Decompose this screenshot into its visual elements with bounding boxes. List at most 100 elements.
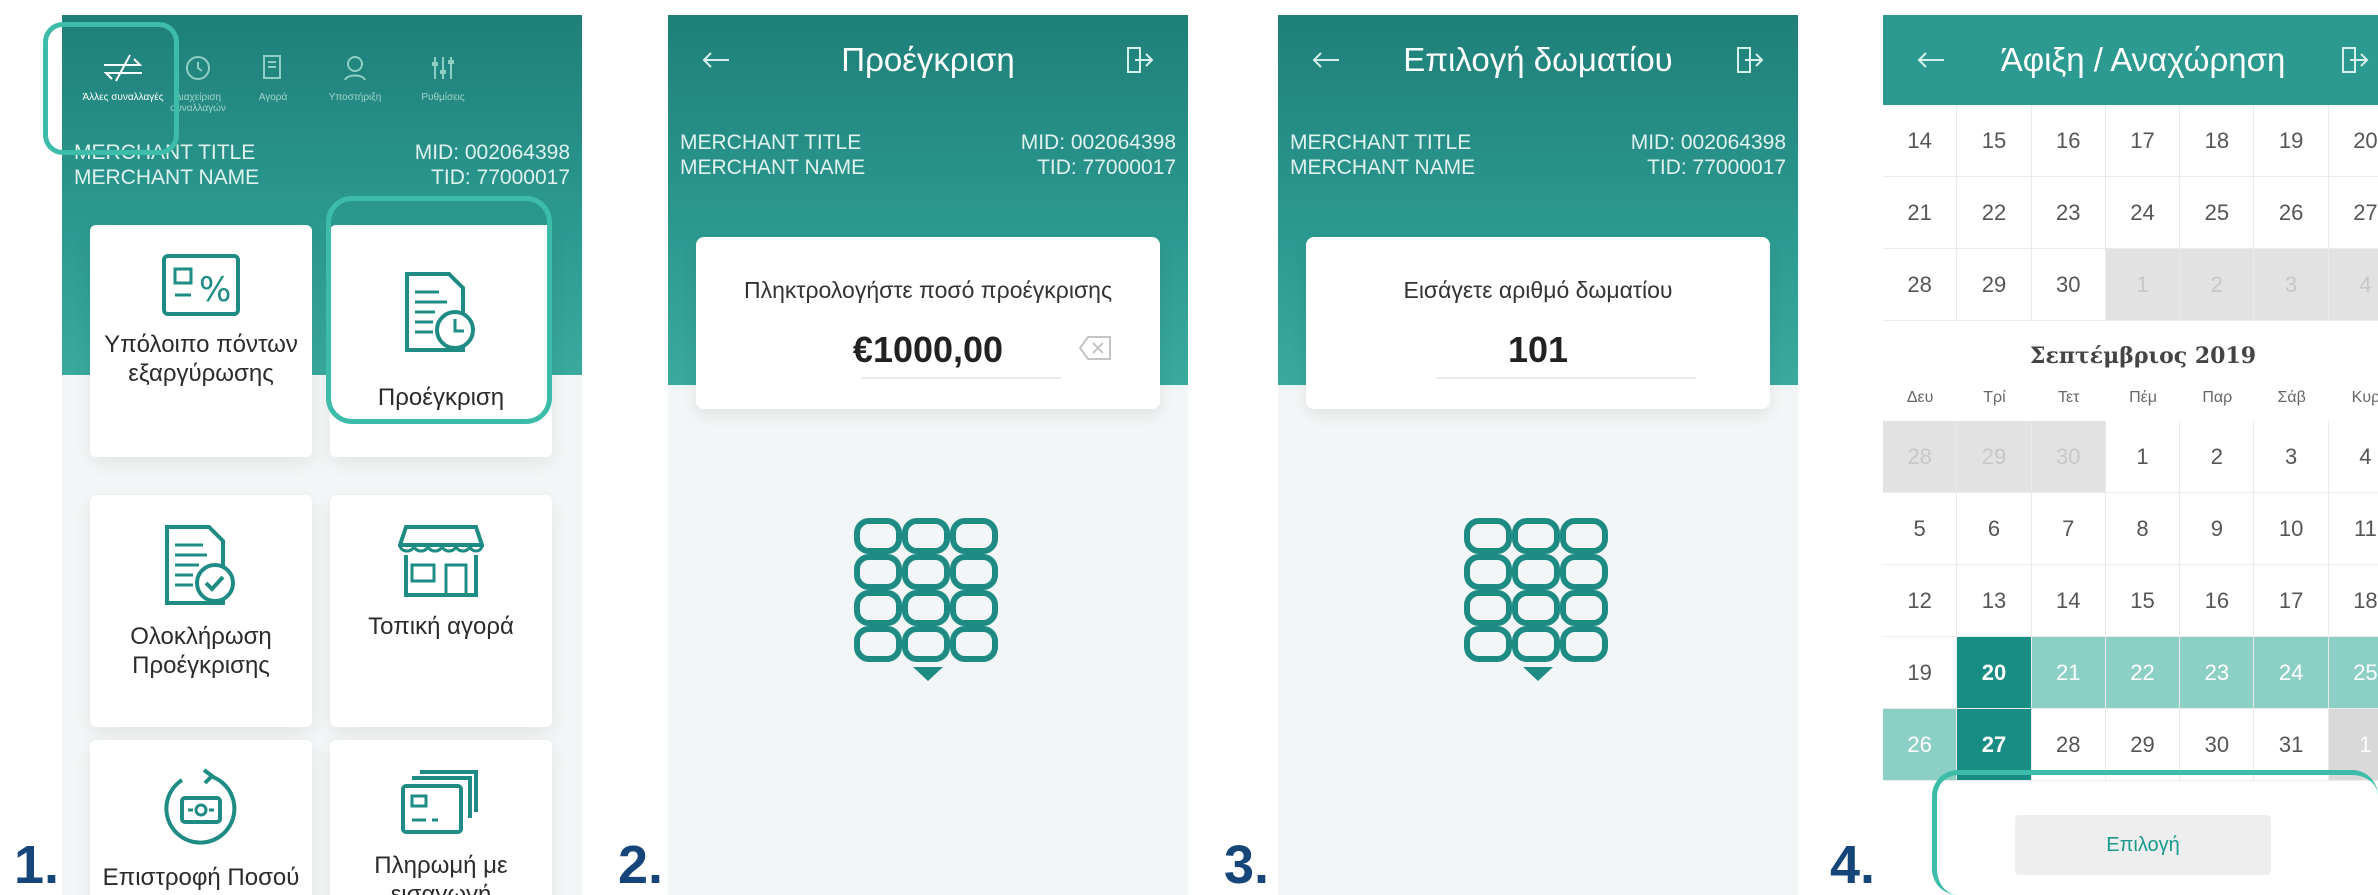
weekday-label: Κυρ [2351, 389, 2378, 406]
calendar-day[interactable]: 3 [2254, 421, 2329, 493]
menu-tile-label: Υπόλοιπο πόντων εξαργύρωσης [104, 331, 298, 387]
settings-icon [428, 53, 458, 86]
weekday-label: Πέμ [2129, 389, 2157, 406]
calendar-day[interactable]: 10 [2254, 493, 2329, 565]
merchant-tid: TID: 77000017 [1037, 156, 1176, 179]
calendar-day[interactable]: 17 [2105, 105, 2181, 177]
calendar-day[interactable]: 12 [1883, 565, 1958, 637]
menu-tile-6[interactable]: Πληρωμή με εισαγωγή [330, 740, 552, 895]
calendar-day[interactable]: 22 [2105, 637, 2181, 709]
calendar-day[interactable]: 27 [2328, 177, 2378, 249]
merchant-tid: TID: 77000017 [1647, 156, 1786, 179]
calendar-day[interactable]: 22 [1957, 177, 2032, 249]
app-header: Προέγκριση [668, 15, 1188, 105]
menu-tile-5[interactable]: Επιστροφή Ποσού [90, 740, 312, 895]
calendar-day[interactable]: 8 [2105, 493, 2181, 565]
calendar-day[interactable]: 13 [1957, 565, 2032, 637]
calendar-day[interactable]: 24 [2254, 637, 2329, 709]
screen-title: Επιλογή δωματίου [1403, 41, 1673, 78]
keypad-icon[interactable] [853, 517, 1003, 692]
keypad-icon[interactable] [1463, 517, 1613, 692]
calendar-day[interactable]: 1 [2105, 249, 2181, 321]
screen-title: Προέγκριση [841, 41, 1015, 78]
calendar-day[interactable]: 16 [2031, 105, 2106, 177]
calendar-day[interactable]: 18 [2328, 565, 2378, 637]
nav-item-3[interactable]: Αγορά [232, 53, 314, 103]
merchant-info: MERCHANT TITLE MERCHANT NAME MID: 002064… [680, 130, 1176, 180]
calendar-day[interactable]: 5 [1883, 493, 1958, 565]
calendar-day[interactable]: 25 [2180, 177, 2255, 249]
merchant-name: MERCHANT NAME [1290, 156, 1476, 179]
support-icon [340, 53, 370, 86]
input-underline [1436, 377, 1696, 379]
calendar-day[interactable]: 28 [1883, 249, 1958, 321]
merchant-name: MERCHANT NAME [74, 166, 260, 189]
calendar-day[interactable]: 24 [2105, 177, 2181, 249]
merchant-info: MERCHANT TITLE MERCHANT NAME MID: 002064… [1290, 130, 1786, 180]
calendar-day[interactable]: 11 [2328, 493, 2378, 565]
amount-prompt: Πληκτρολογήστε ποσό προέγκρισης [743, 277, 1113, 303]
merchant-name: MERCHANT NAME [680, 156, 866, 179]
backspace-icon[interactable] [1078, 335, 1112, 366]
calendar-day[interactable]: 3 [2254, 249, 2329, 321]
calendar-day[interactable]: 1 [2105, 421, 2181, 493]
merchant-title: MERCHANT TITLE [1290, 131, 1472, 154]
nav-label: Ρυθμίσεις [421, 92, 465, 103]
calendar-day[interactable]: 29 [1957, 249, 2032, 321]
app-header: Επιλογή δωματίου [1278, 15, 1798, 105]
step-1-label: 1. [14, 835, 60, 895]
merchant-title: MERCHANT TITLE [680, 131, 862, 154]
calendar-day[interactable]: 4 [2328, 249, 2378, 321]
weekday-label: Τρί [1983, 389, 2006, 406]
calendar-day[interactable]: 19 [2254, 105, 2329, 177]
calendar-day[interactable]: 2 [2180, 421, 2255, 493]
screen-title: Άφιξη / Αναχώρηση [2000, 41, 2286, 78]
logout-icon[interactable] [1122, 42, 1158, 78]
calendar-day[interactable]: 18 [2180, 105, 2255, 177]
calendar-day[interactable]: 26 [1883, 709, 1958, 781]
calendar-day[interactable]: 14 [1883, 105, 1958, 177]
logout-icon[interactable] [1732, 42, 1768, 78]
nav-item-4[interactable]: Υποστήριξη [314, 53, 396, 103]
calendar-day[interactable]: 4 [2328, 421, 2378, 493]
calendar-day[interactable]: 16 [2180, 565, 2255, 637]
weekday-label: Τετ [2058, 389, 2080, 406]
calendar-day[interactable]: 23 [2031, 177, 2106, 249]
calendar-day[interactable]: 7 [2031, 493, 2106, 565]
calendar-day[interactable]: 15 [1957, 105, 2032, 177]
calendar-day[interactable]: 28 [1883, 421, 1958, 493]
calendar-day[interactable]: 20 [2328, 105, 2378, 177]
amount-card: Πληκτρολογήστε ποσό προέγκρισης €1000,00 [696, 237, 1160, 409]
menu-tile-label: Πληρωμή με εισαγωγή [374, 852, 508, 895]
calendar-day[interactable]: 14 [2031, 565, 2106, 637]
back-arrow-icon[interactable] [1308, 42, 1344, 78]
calendar-day[interactable]: 23 [2180, 637, 2255, 709]
room-number-input[interactable]: 101 [1306, 329, 1770, 371]
calendar-day[interactable]: 9 [2180, 493, 2255, 565]
calendar-day[interactable]: 2 [2180, 249, 2255, 321]
calendar-day[interactable]: 30 [2031, 249, 2106, 321]
nav-item-5[interactable]: Ρυθμίσεις [402, 53, 484, 103]
weekday-header: Δευ Τρί Τετ Πέμ Παρ Σάβ Κυρ [1883, 383, 2378, 413]
weekday-label: Σάβ [2277, 389, 2306, 406]
back-arrow-icon[interactable] [698, 42, 734, 78]
calendar-day[interactable]: 26 [2254, 177, 2329, 249]
calendar-day[interactable]: 30 [2031, 421, 2106, 493]
calendar-day[interactable]: 15 [2105, 565, 2181, 637]
screen-preauthorization: Προέγκριση MERCHANT TITLE MERCHANT NAME … [668, 15, 1188, 895]
calendar-day[interactable]: 20 [1957, 637, 2032, 709]
calendar-day[interactable]: 21 [2031, 637, 2106, 709]
calendar-day[interactable]: 19 [1883, 637, 1958, 709]
menu-tile-3[interactable]: Ολοκλήρωση Προέγκρισης [90, 495, 312, 727]
input-underline [861, 377, 1061, 379]
calendar-day[interactable]: 6 [1957, 493, 2032, 565]
logout-icon[interactable] [2337, 42, 2373, 78]
calendar-day[interactable]: 29 [1957, 421, 2032, 493]
percent-card-icon: % [161, 253, 241, 322]
back-arrow-icon[interactable] [1913, 42, 1949, 78]
calendar-day[interactable]: 17 [2254, 565, 2329, 637]
menu-tile-4[interactable]: Τοπική αγορά [330, 495, 552, 727]
calendar-day[interactable]: 25 [2328, 637, 2378, 709]
calendar-day[interactable]: 21 [1883, 177, 1958, 249]
menu-tile-1[interactable]: % Υπόλοιπο πόντων εξαργύρωσης [90, 225, 312, 457]
